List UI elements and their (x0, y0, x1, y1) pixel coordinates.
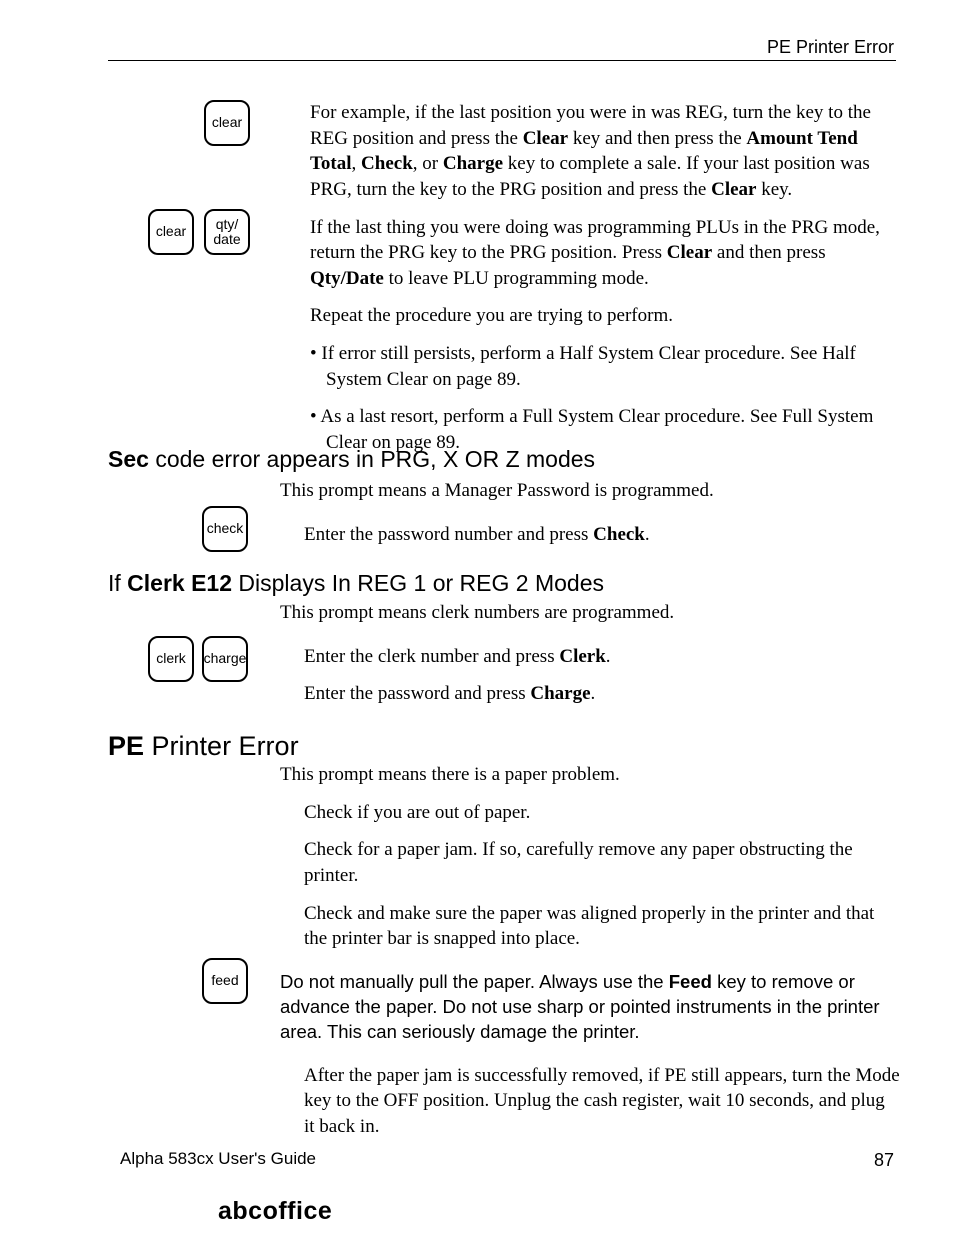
text-bold: Check (361, 153, 413, 174)
text: key and then press the (568, 128, 746, 149)
text-bold: Clerk (559, 646, 605, 667)
section-heading-clerk: If Clerk E12 Displays In REG 1 or REG 2 … (108, 568, 604, 599)
text: This prompt means there is a paper probl… (280, 762, 900, 788)
text-bold: Clear (711, 179, 756, 200)
feed-key-icon: feed (202, 958, 248, 1004)
header-rule (108, 60, 896, 61)
check-key-icon: check (202, 506, 248, 552)
text: After the paper jam is successfully remo… (304, 1063, 900, 1140)
text: key. (756, 179, 792, 200)
running-header: PE Printer Error (767, 35, 894, 59)
section-1-body: For example, if the last position you we… (310, 100, 900, 468)
text: Check for a paper jam. If so, carefully … (304, 837, 900, 888)
text: . (606, 646, 611, 667)
heading-bold: Clerk E12 (127, 570, 232, 596)
footer-guide: Alpha 583cx User's Guide (120, 1148, 316, 1171)
section-heading-pe: PE Printer Error (108, 728, 299, 764)
text: Repeat the procedure you are trying to p… (310, 303, 900, 329)
text: to leave PLU programming mode. (384, 268, 649, 289)
text-bold: Charge (443, 153, 503, 174)
text: Enter the clerk number and press (304, 646, 559, 667)
heading-text: If (108, 570, 127, 596)
text: Check if you are out of paper. (304, 800, 900, 826)
text-bold: Clear (523, 128, 568, 149)
text-bold: Qty/Date (310, 268, 384, 289)
clerk-key-icon: clerk (148, 636, 194, 682)
footer-page-number: 87 (874, 1148, 894, 1172)
heading-text: code error appears in PRG, X OR Z modes (149, 446, 595, 472)
text-bold: Check (593, 524, 645, 545)
heading-bold: PE (108, 731, 144, 761)
section-heading-sec: Sec code error appears in PRG, X OR Z mo… (108, 444, 595, 475)
text: Check and make sure the paper was aligne… (304, 901, 900, 952)
text-bold: Feed (669, 971, 712, 992)
text: Enter the password and press (304, 683, 530, 704)
section-2-body: This prompt means a Manager Password is … (280, 478, 900, 559)
text: , (352, 153, 362, 174)
text: and then press (712, 242, 825, 263)
text: . (645, 524, 650, 545)
heading-text: Displays In REG 1 or REG 2 Modes (232, 570, 604, 596)
qty-date-key-icon: qty/ date (204, 209, 250, 255)
text: . (591, 683, 596, 704)
section-3-body: This prompt means clerk numbers are prog… (280, 600, 900, 719)
bullet-item: • If error still persists, perform a Hal… (310, 341, 900, 392)
text: , or (413, 153, 443, 174)
clear-key-icon: clear (204, 100, 250, 146)
charge-key-icon: charge (202, 636, 248, 682)
text: This prompt means a Manager Password is … (280, 478, 900, 504)
text: This prompt means clerk numbers are prog… (280, 600, 900, 626)
heading-bold: Sec (108, 446, 149, 472)
brand-mark: abcoffice (218, 1195, 332, 1229)
clear-key-icon: clear (148, 209, 194, 255)
text: Enter the password number and press (304, 524, 593, 545)
text-bold: Charge (530, 683, 590, 704)
heading-text: Printer Error (144, 731, 299, 761)
text: Do not manually pull the paper. Always u… (280, 971, 669, 992)
section-4-body: This prompt means there is a paper probl… (280, 762, 900, 1152)
text-bold: Clear (667, 242, 712, 263)
